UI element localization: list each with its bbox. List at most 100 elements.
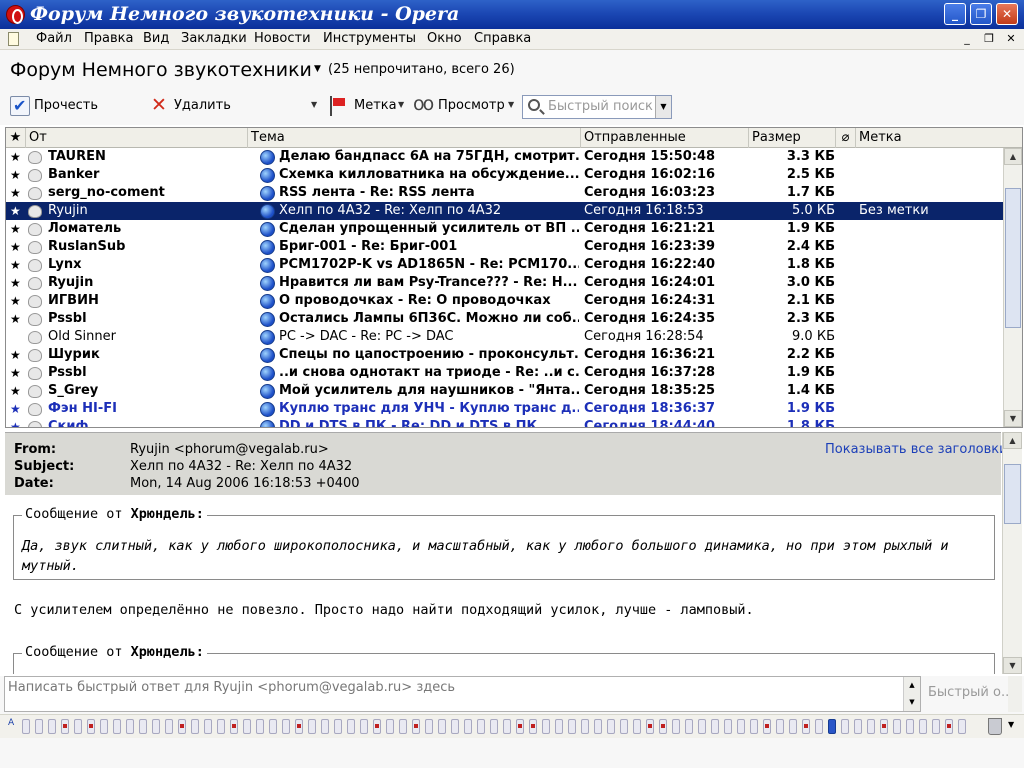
panel-tab-icon[interactable]: [568, 719, 576, 734]
panel-tab-icon[interactable]: [607, 719, 615, 734]
panel-tab-icon[interactable]: [594, 719, 602, 734]
panel-tab-icon[interactable]: [516, 719, 524, 734]
panel-tab-icon[interactable]: [243, 719, 251, 734]
message-list[interactable]: ★ От Тема Отправленные Размер ⌀ Метка ★ T…: [5, 127, 1023, 428]
search-dropdown-icon[interactable]: ▼: [655, 96, 671, 118]
column-size[interactable]: Размер: [749, 128, 836, 148]
reply-side-scrollbar[interactable]: [1008, 676, 1022, 712]
mdi-minimize-button[interactable]: _: [958, 31, 976, 47]
panel-tab-icon[interactable]: [87, 719, 95, 734]
panel-tab-icon[interactable]: [373, 719, 381, 734]
message-scrollbar[interactable]: ▲ ▼: [1002, 432, 1022, 674]
panel-tab-icon[interactable]: [100, 719, 108, 734]
star-icon[interactable]: ★: [10, 238, 24, 256]
panel-tab-icon[interactable]: [165, 719, 173, 734]
panel-tab-icon[interactable]: [919, 719, 927, 734]
trash-dropdown-icon[interactable]: ▼: [1008, 720, 1014, 729]
message-row[interactable]: ★ Фэн HI-FI Куплю транс для УНЧ - Куплю тр…: [6, 400, 1003, 418]
panel-tab-icon[interactable]: [841, 719, 849, 734]
minimize-button[interactable]: _: [944, 3, 966, 25]
list-scrollbar[interactable]: ▲ ▼: [1003, 148, 1022, 427]
panel-tab-icon[interactable]: [334, 719, 342, 734]
star-icon[interactable]: ★: [10, 256, 24, 274]
panel-tab-icon[interactable]: [880, 719, 888, 734]
menu-news[interactable]: Новости: [254, 31, 311, 47]
quick-reply-scrollbar[interactable]: ▲ ▼: [903, 677, 920, 711]
message-row[interactable]: Old Sinner PC -> DAC - Re: PC -> DAC Сегод…: [6, 328, 1003, 346]
panel-tab-icon[interactable]: [22, 719, 30, 734]
panel-tab-icon[interactable]: [204, 719, 212, 734]
panel-tab-icon[interactable]: [763, 719, 771, 734]
view-dropdown-icon[interactable]: ▼: [508, 100, 514, 109]
panel-tab-icon[interactable]: [802, 719, 810, 734]
panel-tab-icon[interactable]: [490, 719, 498, 734]
panel-tab-icon[interactable]: [646, 719, 654, 734]
panel-tab-icon[interactable]: [659, 719, 667, 734]
star-icon[interactable]: ★: [10, 400, 24, 418]
panel-tab-icon[interactable]: [503, 719, 511, 734]
message-row[interactable]: ★ S_Grey Мой усилитель для наушников - "Ян…: [6, 382, 1003, 400]
panel-tab-icon[interactable]: [48, 719, 56, 734]
panel-tab-icon[interactable]: [35, 719, 43, 734]
message-row[interactable]: ★ Pssbl ..и снова однотакт на триоде - Re:…: [6, 364, 1003, 382]
panel-tab-icon[interactable]: [113, 719, 121, 734]
menu-edit[interactable]: Правка: [84, 31, 133, 47]
show-all-headers-link[interactable]: Показывать все заголовки: [825, 442, 1008, 457]
delete-button[interactable]: Удалить: [150, 94, 231, 117]
mdi-close-button[interactable]: ✕: [1002, 31, 1020, 47]
star-icon[interactable]: [10, 328, 24, 346]
quick-reply-button[interactable]: Быстрый о...: [928, 685, 1013, 700]
panel-tab-icon[interactable]: [152, 719, 160, 734]
menu-help[interactable]: Справка: [474, 31, 531, 47]
menu-bookmarks[interactable]: Закладки: [181, 31, 247, 47]
message-row[interactable]: ★ Pssbl Остались Лампы 6П36С. Можно ли соб…: [6, 310, 1003, 328]
star-icon[interactable]: ★: [10, 292, 24, 310]
message-row[interactable]: ★ Ломатель Сделан упрощенный усилитель от …: [6, 220, 1003, 238]
panel-tab-icon[interactable]: [789, 719, 797, 734]
panel-tab-icon[interactable]: [230, 719, 238, 734]
panel-tab-icon[interactable]: [633, 719, 641, 734]
panel-tab-icon[interactable]: [126, 719, 134, 734]
panel-tab-icon[interactable]: [321, 719, 329, 734]
star-icon[interactable]: ★: [10, 184, 24, 202]
panel-tab-icon[interactable]: [139, 719, 147, 734]
star-icon[interactable]: ★: [10, 148, 24, 166]
message-row[interactable]: ★ Banker Схемка килловатника на обсуждение…: [6, 166, 1003, 184]
column-subject[interactable]: Тема: [248, 128, 581, 148]
trash-icon[interactable]: [988, 718, 1002, 735]
scroll-up-icon[interactable]: ▲: [1004, 148, 1022, 165]
message-row[interactable]: ★ TAUREN Делаю бандпасс 6А на 75ГДН, смотр…: [6, 148, 1003, 166]
panel-tab-icon[interactable]: [724, 719, 732, 734]
message-scroll-down-icon[interactable]: ▼: [1003, 657, 1022, 674]
panel-tab-icon[interactable]: [711, 719, 719, 734]
star-icon[interactable]: ★: [10, 220, 24, 238]
panel-tab-icon[interactable]: [425, 719, 433, 734]
message-row[interactable]: ★ Ryujin Нравится ли вам Psy-Trance??? - R…: [6, 274, 1003, 292]
page-title[interactable]: Форум Немного звукотехники: [10, 58, 312, 82]
menu-view[interactable]: Вид: [143, 31, 169, 47]
panel-tab-icon[interactable]: [867, 719, 875, 734]
message-row[interactable]: ★ Шурик Спецы по цапостроению - проконсуль…: [6, 346, 1003, 364]
quick-search-input[interactable]: Быстрый поиск ▼: [522, 95, 672, 119]
list-scroll-thumb[interactable]: [1005, 188, 1021, 328]
quick-reply-input[interactable]: Написать быстрый ответ для Ryujin <phoru…: [4, 676, 921, 712]
panel-tab-icon[interactable]: [893, 719, 901, 734]
star-icon[interactable]: ★: [10, 274, 24, 292]
message-row[interactable]: ★ Скиф DD и DTS в ПК - Re: DD и DTS в ПК Се…: [6, 418, 1003, 427]
message-row[interactable]: ★ Ryujin Хелп по 4А32 - Re: Хелп по 4А32 Се…: [6, 202, 1003, 220]
label-dropdown-icon[interactable]: ▼: [398, 100, 404, 109]
panel-tab-icon[interactable]: [932, 719, 940, 734]
panel-tab-icon[interactable]: [776, 719, 784, 734]
reply-scroll-up-icon[interactable]: ▲: [904, 677, 920, 694]
panel-tab-icon[interactable]: [958, 719, 966, 734]
panel-tab-icon[interactable]: [256, 719, 264, 734]
panel-tab-icon[interactable]: [386, 719, 394, 734]
title-dropdown-icon[interactable]: ▼: [314, 64, 321, 74]
panel-tab-icon[interactable]: [555, 719, 563, 734]
more-dropdown-icon[interactable]: ▼: [311, 100, 317, 109]
panel-tab-icon[interactable]: [191, 719, 199, 734]
star-icon[interactable]: ★: [10, 364, 24, 382]
panel-tab-icon[interactable]: [347, 719, 355, 734]
panel-tab-icon[interactable]: [61, 719, 69, 734]
star-icon[interactable]: ★: [10, 346, 24, 364]
